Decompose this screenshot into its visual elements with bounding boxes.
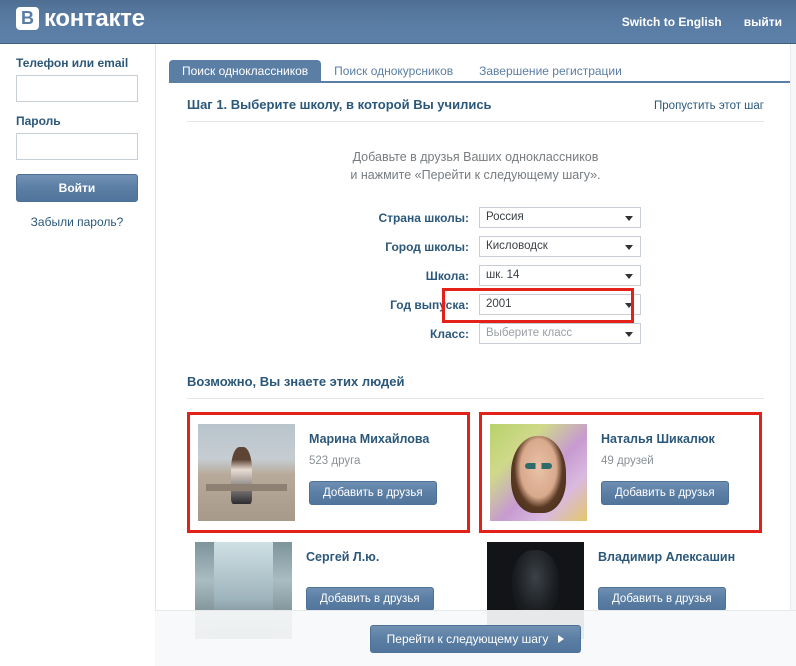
chevron-down-icon	[625, 245, 633, 250]
label-school-city: Город школы:	[385, 239, 469, 254]
add-friend-button[interactable]: Добавить в друзья	[601, 481, 729, 505]
person-name-link[interactable]: Владимир Алексашин	[598, 550, 754, 564]
tab-bar: Поиск одноклассников Поиск однокурсников…	[169, 53, 796, 83]
select-graduation-year-value: 2001	[486, 298, 512, 310]
page-title: Шаг 1. Выберите школу, в которой Вы учил…	[187, 97, 492, 112]
switch-to-english-link[interactable]: Switch to English	[622, 15, 722, 29]
tab-search-classmates[interactable]: Поиск однокурсников	[321, 60, 466, 83]
arrow-right-icon	[558, 634, 565, 643]
sticky-footer: Перейти к следующему шагу	[155, 610, 796, 666]
label-school-country: Страна школы:	[378, 210, 469, 225]
header-actions: Switch to English выйти	[622, 0, 782, 44]
vk-logo-badge-icon: В	[16, 7, 39, 30]
main-content: Поиск одноклассников Поиск однокурсников…	[155, 44, 796, 666]
intro-line-1: Добавьте в друзья Ваших одноклассников	[352, 150, 599, 164]
select-class[interactable]: Выберите класс	[479, 323, 641, 344]
chevron-down-icon	[625, 216, 633, 221]
password-input[interactable]	[16, 133, 138, 160]
chevron-down-icon	[625, 303, 633, 308]
vk-logo-wordmark: контакте	[44, 5, 145, 32]
step-header: Шаг 1. Выберите школу, в которой Вы учил…	[187, 97, 764, 122]
chevron-down-icon	[625, 332, 633, 337]
select-school-country[interactable]: Россия	[479, 207, 641, 228]
vertical-scrollbar[interactable]	[790, 44, 796, 666]
password-field-label: Пароль	[16, 114, 61, 128]
school-form: Страна школы: Россия Город школы: Кислов…	[187, 207, 764, 344]
person-name-link[interactable]: Марина Михайлова	[309, 432, 459, 446]
vk-logo[interactable]: В контакте	[16, 6, 145, 31]
form-row-graduation-year: Год выпуска: 2001	[187, 288, 764, 323]
select-school-city[interactable]: Кисловодск	[479, 236, 641, 257]
person-card: Марина Михайлова 523 друга Добавить в др…	[187, 412, 470, 533]
chevron-down-icon	[625, 274, 633, 279]
select-graduation-year[interactable]: 2001	[479, 294, 641, 315]
add-friend-button[interactable]: Добавить в друзья	[306, 587, 434, 611]
person-name-link[interactable]: Наталья Шикалюк	[601, 432, 751, 446]
login-sidebar: Телефон или email Пароль Войти Забыли па…	[0, 44, 155, 666]
people-section-title: Возможно, Вы знаете этих людей	[187, 374, 405, 389]
select-school-city-value: Кисловодск	[486, 240, 548, 252]
label-graduation-year: Год выпуска:	[390, 297, 469, 312]
logout-link[interactable]: выйти	[744, 15, 782, 29]
person-info: Наталья Шикалюк 49 друзей Добавить в дру…	[587, 424, 751, 521]
login-field-label: Телефон или email	[16, 56, 129, 70]
next-step-button[interactable]: Перейти к следующему шагу	[369, 624, 582, 653]
avatar[interactable]	[198, 424, 295, 521]
tab-search-schoolmates[interactable]: Поиск одноклассников	[169, 60, 322, 83]
person-name-link[interactable]: Сергей Л.ю.	[306, 550, 462, 564]
form-row-class: Класс: Выберите класс	[187, 323, 764, 344]
select-school-value: шк. 14	[486, 269, 520, 281]
intro-line-2: и нажмите «Перейти к следующему шагу».	[350, 168, 601, 182]
add-friend-button[interactable]: Добавить в друзья	[598, 587, 726, 611]
label-school: Школа:	[425, 268, 469, 283]
login-input[interactable]	[16, 75, 138, 102]
form-row-school: Школа: шк. 14	[187, 265, 764, 286]
form-row-city: Город школы: Кисловодск	[187, 236, 764, 257]
select-school[interactable]: шк. 14	[479, 265, 641, 286]
step-panel: Шаг 1. Выберите школу, в которой Вы учил…	[169, 83, 782, 648]
people-section-header: Возможно, Вы знаете этих людей	[187, 374, 764, 399]
person-card: Наталья Шикалюк 49 друзей Добавить в дру…	[479, 412, 762, 533]
login-button[interactable]: Войти	[16, 174, 138, 202]
top-header: В контакте Switch to English выйти	[0, 0, 796, 44]
friend-count: 523 друга	[309, 455, 361, 467]
next-step-button-label: Перейти к следующему шагу	[386, 631, 549, 646]
friend-count: 49 друзей	[601, 455, 654, 467]
select-school-country-value: Россия	[486, 211, 524, 223]
skip-step-link[interactable]: Пропустить этот шаг	[654, 100, 764, 112]
intro-text: Добавьте в друзья Ваших одноклассников и…	[187, 148, 764, 184]
form-row-country: Страна школы: Россия	[187, 207, 764, 228]
avatar[interactable]	[490, 424, 587, 521]
forgot-password-link[interactable]: Забыли пароль?	[16, 215, 138, 229]
label-class: Класс:	[430, 326, 469, 341]
person-info: Марина Михайлова 523 друга Добавить в др…	[295, 424, 459, 521]
tab-complete-registration[interactable]: Завершение регистрации	[466, 60, 635, 83]
add-friend-button[interactable]: Добавить в друзья	[309, 481, 437, 505]
select-class-value: Выберите класс	[486, 327, 573, 339]
